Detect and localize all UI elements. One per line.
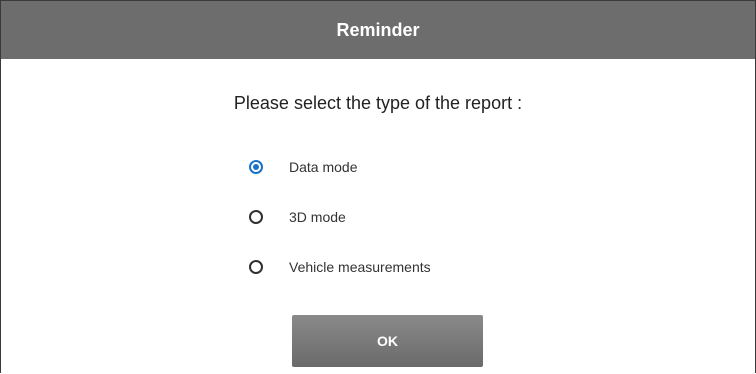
option-vehicle-measurements[interactable]: Vehicle measurements: [245, 255, 431, 279]
option-data-mode[interactable]: Data mode: [245, 155, 431, 179]
ok-button[interactable]: OK: [292, 315, 483, 367]
option-label-vehicle-measurements: Vehicle measurements: [289, 259, 431, 275]
dialog-title: Reminder: [336, 19, 420, 40]
report-type-options: Data mode 3D mode Vehicle measurements: [245, 155, 431, 305]
radio-data-mode[interactable]: [249, 160, 263, 174]
radio-vehicle-measurements[interactable]: [249, 260, 263, 274]
dialog-title-bar: Reminder: [1, 1, 755, 59]
option-3d-mode[interactable]: 3D mode: [245, 205, 431, 229]
report-type-prompt: Please select the type of the report :: [233, 93, 523, 113]
option-label-3d-mode: 3D mode: [289, 209, 346, 225]
radio-selected-dot: [253, 164, 259, 170]
radio-3d-mode[interactable]: [249, 210, 263, 224]
reminder-dialog: Reminder Please select the type of the r…: [0, 0, 756, 373]
option-label-data-mode: Data mode: [289, 159, 358, 175]
